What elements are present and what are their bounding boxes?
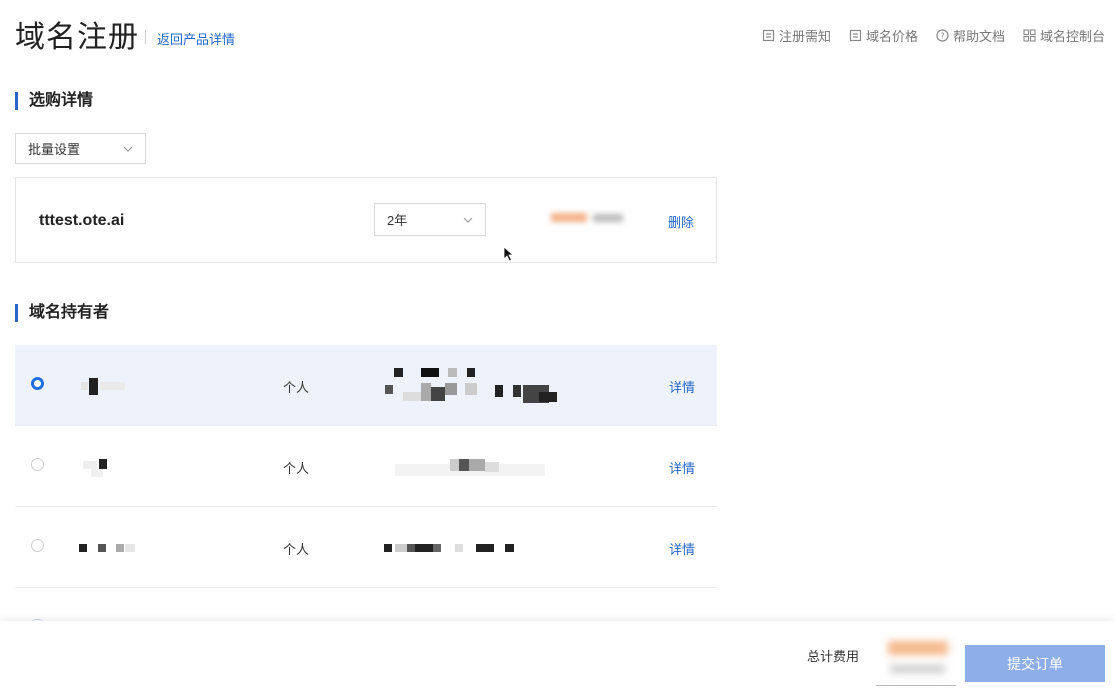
holder-detail-link[interactable]: 详情: [669, 539, 695, 558]
domain-console-label: 域名控制台: [1039, 29, 1105, 44]
delete-domain-button[interactable]: 删除: [668, 212, 694, 231]
page-title: 域名注册: [15, 21, 139, 54]
holder-row[interactable]: 个人 详情: [15, 426, 717, 507]
holder-type: 个人: [283, 461, 310, 476]
registration-period-value: 2年: [387, 213, 408, 228]
registration-notice-link[interactable]: 注册需知: [762, 26, 831, 45]
order-footer: 总计费用 提交订单: [0, 621, 1115, 691]
domain-price-label: 域名价格: [865, 29, 918, 44]
holder-detail-link[interactable]: 详情: [669, 377, 695, 396]
help-docs-link[interactable]: ? 帮助文档: [936, 26, 1005, 45]
purchase-details-heading: 选购详情: [15, 92, 93, 110]
chevron-down-icon: [123, 146, 133, 152]
holder-radio[interactable]: [31, 539, 44, 552]
total-underline: [876, 685, 956, 686]
batch-settings-select[interactable]: 批量设置: [15, 133, 146, 164]
question-circle-icon: ?: [936, 29, 949, 42]
title-divider: [145, 30, 146, 44]
holder-row[interactable]: 个人 详情: [15, 507, 717, 588]
document-icon: [849, 29, 862, 42]
domain-name: tttest.ote.ai: [39, 212, 125, 229]
grid-icon: [1023, 29, 1036, 42]
total-cost-redacted: [880, 639, 955, 679]
submit-order-button[interactable]: 提交订单: [965, 645, 1105, 682]
help-docs-label: 帮助文档: [952, 29, 1005, 44]
mouse-cursor-icon: [503, 246, 515, 262]
domain-console-link[interactable]: 域名控制台: [1023, 26, 1105, 45]
holder-row[interactable]: 个人 详情: [15, 345, 717, 426]
batch-settings-label: 批量设置: [28, 142, 81, 157]
price-redacted: [551, 211, 626, 225]
domain-holder-heading: 域名持有者: [15, 304, 109, 322]
registration-period-select[interactable]: 2年: [374, 203, 486, 236]
back-to-product-link[interactable]: 返回产品详情: [157, 29, 235, 48]
holder-radio[interactable]: [31, 458, 44, 471]
top-links: 注册需知 域名价格 ? 帮助文档 域名控制台: [762, 26, 1105, 45]
total-cost-label: 总计费用: [807, 649, 860, 664]
domain-item-card: tttest.ote.ai 2年 删除: [15, 177, 717, 263]
chevron-down-icon: [463, 217, 473, 223]
svg-text:?: ?: [940, 32, 944, 41]
domain-price-link[interactable]: 域名价格: [849, 26, 918, 45]
holder-radio[interactable]: [31, 377, 44, 390]
holder-type: 个人: [283, 380, 310, 395]
registration-notice-label: 注册需知: [778, 29, 831, 44]
document-icon: [762, 29, 775, 42]
holder-type: 个人: [283, 542, 310, 557]
holder-detail-link[interactable]: 详情: [669, 458, 695, 477]
